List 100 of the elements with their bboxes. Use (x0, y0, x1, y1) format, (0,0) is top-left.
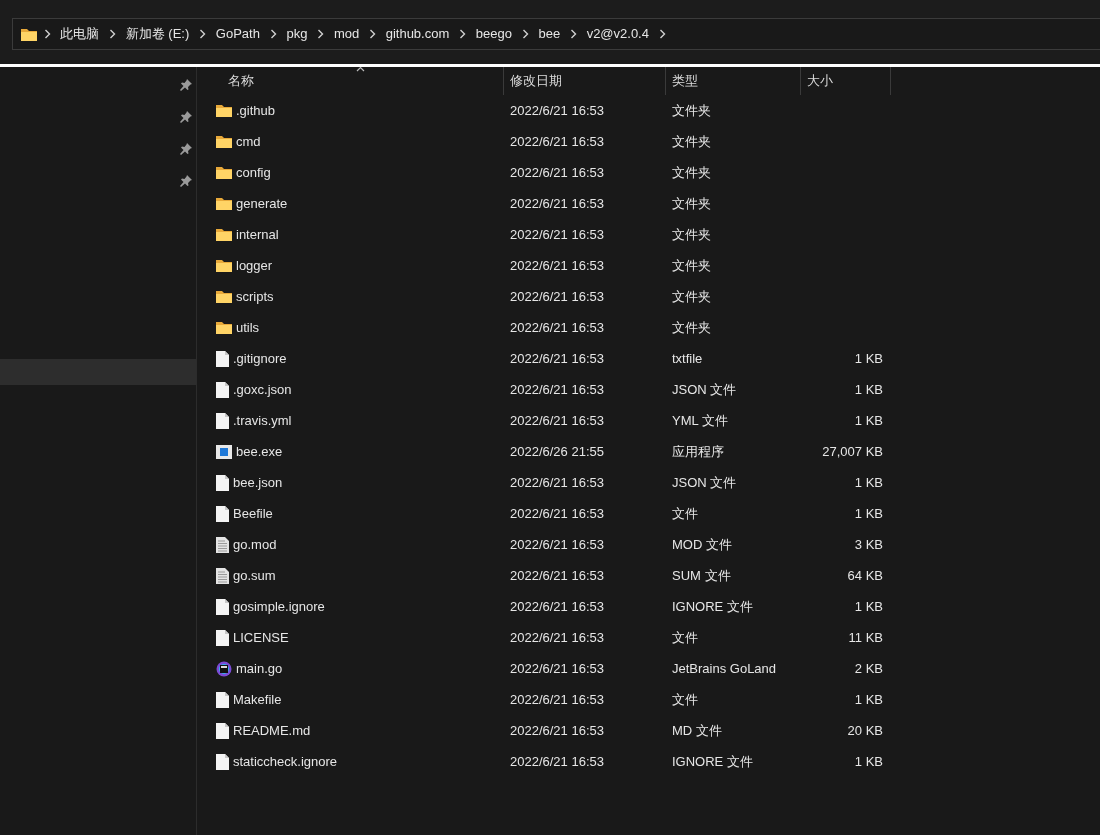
text-file-icon (216, 536, 229, 553)
text-file-icon (216, 567, 229, 584)
file-name: gosimple.ignore (233, 597, 325, 616)
file-type: MOD 文件 (672, 536, 732, 552)
file-row[interactable]: scripts 2022/6/21 16:53 文件夹 (197, 281, 1100, 312)
column-header[interactable]: 类型 (666, 67, 801, 95)
breadcrumb-link[interactable]: 新加卷 (E:) (125, 24, 190, 44)
file-icon (216, 753, 229, 770)
pin-icon[interactable] (180, 143, 192, 155)
file-name: Makefile (233, 690, 282, 709)
file-row[interactable]: LICENSE 2022/6/21 16:53 文件 11 KB (197, 622, 1100, 653)
breadcrumb-link[interactable]: beego (475, 24, 512, 44)
chevron-icon[interactable] (368, 29, 376, 39)
modified-date: 2022/6/21 16:53 (510, 722, 604, 738)
file-row[interactable]: config 2022/6/21 16:53 文件夹 (197, 157, 1100, 188)
modified-date: 2022/6/21 16:53 (510, 629, 604, 645)
chevron-icon[interactable] (43, 29, 51, 39)
file-size: 3 KB (854, 536, 883, 552)
file-icon (216, 598, 229, 615)
file-size: 1 KB (854, 412, 883, 428)
file-size: 20 KB (847, 722, 883, 738)
file-row[interactable]: generate 2022/6/21 16:53 文件夹 (197, 188, 1100, 219)
file-name: config (236, 163, 271, 182)
file-row[interactable]: staticcheck.ignore 2022/6/21 16:53 IGNORE 文件 1 KB (197, 746, 1100, 777)
breadcrumb-link[interactable]: 此电脑 (60, 24, 100, 44)
file-type: 文件 (672, 691, 698, 707)
modified-date: 2022/6/21 16:53 (510, 753, 604, 769)
file-type: txtfile (672, 350, 703, 366)
file-size: 1 KB (854, 474, 883, 490)
file-row[interactable]: internal 2022/6/21 16:53 文件夹 (197, 219, 1100, 250)
file-row[interactable]: logger 2022/6/21 16:53 文件夹 (197, 250, 1100, 281)
file-name: internal (236, 225, 279, 244)
file-size: 1 KB (854, 381, 883, 397)
file-name: .goxc.json (233, 380, 292, 399)
file-row[interactable]: Makefile 2022/6/21 16:53 文件 1 KB (197, 684, 1100, 715)
file-size: 2 KB (854, 660, 883, 676)
file-type: 文件夹 (672, 288, 711, 304)
breadcrumb-link[interactable]: pkg (286, 24, 308, 44)
file-type: JSON 文件 (672, 381, 737, 397)
pin-icon[interactable] (180, 175, 192, 187)
modified-date: 2022/6/21 16:53 (510, 536, 604, 552)
column-header[interactable]: 大小 (801, 67, 891, 95)
breadcrumb-link[interactable]: v2@v2.0.4 (586, 24, 649, 44)
chevron-icon[interactable] (199, 29, 207, 39)
file-type: 文件 (672, 629, 698, 645)
file-type: 文件夹 (672, 164, 711, 180)
file-row[interactable]: go.mod 2022/6/21 16:53 MOD 文件 3 KB (197, 529, 1100, 560)
folder-icon (216, 259, 232, 272)
file-type: 文件夹 (672, 319, 711, 335)
chevron-icon[interactable] (109, 29, 116, 39)
chevron-icon[interactable] (269, 29, 277, 39)
folder-icon (216, 321, 232, 334)
file-size: 64 KB (847, 567, 883, 583)
file-type: YML 文件 (672, 412, 728, 428)
file-row[interactable]: main.go 2022/6/21 16:53 JetBrains GoLand 2 KB (197, 653, 1100, 684)
file-row[interactable]: go.sum 2022/6/21 16:53 SUM 文件 64 KB (197, 560, 1100, 591)
file-name: bee.json (233, 473, 283, 492)
pin-icon[interactable] (180, 111, 192, 123)
column-header[interactable]: 名称 (197, 67, 504, 95)
file-type: 应用程序 (672, 443, 724, 459)
file-row[interactable]: .gitignore 2022/6/21 16:53 txtfile 1 KB (197, 343, 1100, 374)
modified-date: 2022/6/21 16:53 (510, 195, 604, 211)
file-type: 文件夹 (672, 102, 711, 118)
file-icon (216, 350, 229, 367)
file-row[interactable]: README.md 2022/6/21 16:53 MD 文件 20 KB (197, 715, 1100, 746)
chevron-icon[interactable] (569, 29, 577, 39)
chevron-icon[interactable] (521, 29, 529, 39)
file-name: LICENSE (233, 628, 289, 647)
file-row[interactable]: .goxc.json 2022/6/21 16:53 JSON 文件 1 KB (197, 374, 1100, 405)
file-row[interactable]: cmd 2022/6/21 16:53 文件夹 (197, 126, 1100, 157)
breadcrumb-link[interactable]: GoPath (215, 24, 260, 44)
modified-date: 2022/6/21 16:53 (510, 319, 604, 335)
file-row[interactable]: bee.exe 2022/6/26 21:55 应用程序 27,007 KB (197, 436, 1100, 467)
column-header[interactable]: 修改日期 (504, 67, 666, 95)
file-row[interactable]: utils 2022/6/21 16:53 文件夹 (197, 312, 1100, 343)
file-name: .github (236, 101, 276, 120)
modified-date: 2022/6/21 16:53 (510, 660, 604, 676)
file-row[interactable]: bee.json 2022/6/21 16:53 JSON 文件 1 KB (197, 467, 1100, 498)
breadcrumb-link[interactable]: mod (333, 24, 360, 44)
application-icon (216, 444, 232, 459)
file-row[interactable]: gosimple.ignore 2022/6/21 16:53 IGNORE 文件 1 KB (197, 591, 1100, 622)
file-type: SUM 文件 (672, 567, 731, 583)
file-type: 文件夹 (672, 257, 711, 273)
chevron-icon[interactable] (459, 29, 466, 39)
chevron-icon[interactable] (658, 29, 666, 39)
pin-icon[interactable] (180, 79, 192, 91)
file-size: 1 KB (854, 691, 883, 707)
file-row[interactable]: .travis.yml 2022/6/21 16:53 YML 文件 1 KB (197, 405, 1100, 436)
chevron-icon[interactable] (317, 29, 325, 39)
breadcrumb-link[interactable]: github.com (385, 24, 450, 44)
file-name: go.mod (233, 535, 277, 554)
file-type: IGNORE 文件 (672, 598, 753, 614)
file-row[interactable]: .github 2022/6/21 16:53 文件夹 (197, 95, 1100, 126)
file-name: utils (236, 318, 260, 337)
file-type: MD 文件 (672, 722, 722, 738)
file-row[interactable]: Beefile 2022/6/21 16:53 文件 1 KB (197, 498, 1100, 529)
breadcrumb-link[interactable]: bee (538, 24, 561, 44)
address-bar[interactable]: 此电脑 新加卷 (E:) GoPath pkg mod github.com beego bee v2@v2.0.4 (12, 18, 1100, 50)
modified-date: 2022/6/21 16:53 (510, 598, 604, 614)
file-size: 1 KB (854, 505, 883, 521)
